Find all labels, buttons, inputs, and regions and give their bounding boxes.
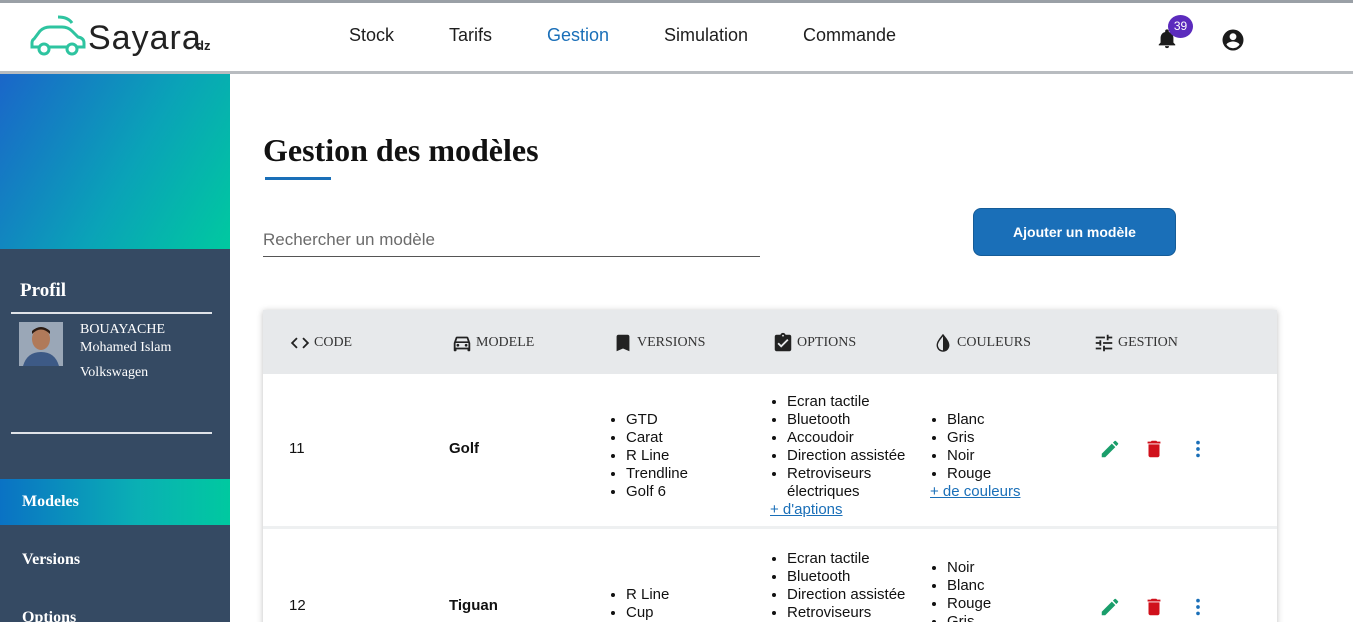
user-last-name: BOUAYACHE — [80, 322, 166, 337]
table-header: CODE MODELE VERSIONS OPTIONS COULEURS GE… — [263, 310, 1277, 374]
avatar — [19, 322, 63, 366]
more-options-link[interactable]: + d'aptions — [770, 501, 843, 518]
profile-title: Profil — [20, 280, 67, 301]
table-row: 11 Golf GTD Carat R Line Trendline Golf … — [263, 374, 1277, 529]
logo-text: Sayara — [88, 19, 202, 57]
page-title: Gestion des modèles — [263, 132, 539, 168]
column-label: OPTIONS — [797, 335, 857, 350]
list-item: Direction assistée — [787, 447, 917, 465]
code-cell: 12 — [289, 597, 306, 614]
versions-list: R Line Cup — [606, 586, 669, 622]
more-colors-link[interactable]: + de couleurs — [930, 483, 1020, 500]
user-brand: Volkswagen — [80, 365, 149, 380]
list-item: GTD — [626, 411, 688, 429]
edit-icon[interactable] — [1099, 596, 1121, 618]
list-item: Retroviseurs électriques — [787, 465, 917, 501]
user-first-name: Mohamed Islam — [80, 340, 172, 355]
column-label: COULEURS — [957, 335, 1031, 350]
title-underline — [265, 177, 331, 180]
list-item: R Line — [626, 586, 669, 604]
list-item: Carat — [626, 429, 688, 447]
more-vert-icon[interactable] — [1187, 596, 1209, 618]
list-item: Rouge — [947, 465, 991, 483]
column-header-code[interactable]: CODE — [289, 332, 352, 354]
column-label: GESTION — [1118, 335, 1178, 350]
top-navbar: Sayara dz Stock Tarifs Gestion Simulatio… — [0, 0, 1353, 74]
column-label: VERSIONS — [637, 335, 706, 350]
sidebar-banner — [0, 74, 230, 249]
logo-suffix: dz — [196, 38, 211, 53]
table-row: 12 Tiguan R Line Cup Ecran tactile Bluet… — [263, 532, 1277, 622]
list-item: Retroviseurs — [787, 604, 917, 622]
divider — [11, 432, 212, 434]
list-item: Noir — [947, 447, 991, 465]
model-cell: Golf — [449, 440, 479, 457]
list-item: Cup — [626, 604, 669, 622]
versions-list: GTD Carat R Line Trendline Golf 6 — [606, 411, 688, 501]
list-item: Rouge — [947, 595, 991, 613]
search-input[interactable] — [263, 224, 760, 257]
column-header-gestion[interactable]: GESTION — [1093, 332, 1178, 354]
bookmark-icon — [616, 334, 630, 352]
list-item: Golf 6 — [626, 483, 688, 501]
car-icon — [453, 336, 471, 352]
clipboard-check-icon — [774, 332, 792, 352]
edit-icon[interactable] — [1099, 438, 1121, 460]
column-header-modele[interactable]: MODELE — [451, 332, 534, 354]
list-item: R Line — [626, 447, 688, 465]
list-item: Noir — [947, 559, 991, 577]
list-item: Gris — [947, 613, 991, 622]
colors-list: Noir Blanc Rouge Gris — [927, 559, 991, 622]
column-header-options[interactable]: OPTIONS — [772, 332, 856, 354]
options-list: Ecran tactile Bluetooth Direction assist… — [767, 550, 917, 622]
nav-tarifs[interactable]: Tarifs — [449, 25, 492, 46]
code-icon — [290, 337, 310, 349]
list-item: Bluetooth — [787, 411, 917, 429]
sayara-logo[interactable]: Sayara dz — [28, 13, 228, 63]
sidebar-item-versions[interactable]: Versions — [0, 537, 230, 583]
list-item: Ecran tactile — [787, 550, 917, 568]
model-cell: Tiguan — [449, 597, 498, 614]
nav-stock[interactable]: Stock — [349, 25, 394, 46]
add-model-button[interactable]: Ajouter un modèle — [973, 208, 1176, 256]
delete-icon[interactable] — [1143, 596, 1165, 618]
options-list: Ecran tactile Bluetooth Accoudoir Direct… — [767, 393, 917, 501]
account-circle-icon[interactable] — [1221, 28, 1245, 52]
models-table: CODE MODELE VERSIONS OPTIONS COULEURS GE… — [263, 310, 1277, 622]
list-item: Blanc — [947, 577, 991, 595]
list-item: Accoudoir — [787, 429, 917, 447]
column-label: CODE — [314, 335, 353, 350]
drop-icon — [936, 333, 950, 352]
list-item: Ecran tactile — [787, 393, 917, 411]
list-item: Trendline — [626, 465, 688, 483]
colors-list: Blanc Gris Noir Rouge — [927, 411, 991, 483]
delete-icon[interactable] — [1143, 438, 1165, 460]
list-item: Direction assistée — [787, 586, 917, 604]
divider — [11, 312, 212, 314]
column-label: MODELE — [476, 335, 535, 350]
sidebar-item-modeles[interactable]: Modeles — [0, 479, 230, 525]
nav-gestion[interactable]: Gestion — [547, 25, 609, 46]
column-header-couleurs[interactable]: COULEURS — [932, 332, 1031, 354]
sidebar-item-options[interactable]: Options — [0, 595, 230, 622]
list-item: Bluetooth — [787, 568, 917, 586]
list-item: Blanc — [947, 411, 991, 429]
code-cell: 11 — [289, 440, 305, 457]
notification-badge: 39 — [1168, 15, 1193, 38]
car-logo-icon — [30, 15, 86, 56]
sliders-icon — [1095, 334, 1113, 352]
more-vert-icon[interactable] — [1187, 438, 1209, 460]
sidebar: Profil BOUAYACHE Mohamed Islam Volkswage… — [0, 74, 230, 622]
nav-simulation[interactable]: Simulation — [664, 25, 748, 46]
nav-commande[interactable]: Commande — [803, 25, 896, 46]
list-item: Gris — [947, 429, 991, 447]
column-header-versions[interactable]: VERSIONS — [612, 332, 705, 354]
